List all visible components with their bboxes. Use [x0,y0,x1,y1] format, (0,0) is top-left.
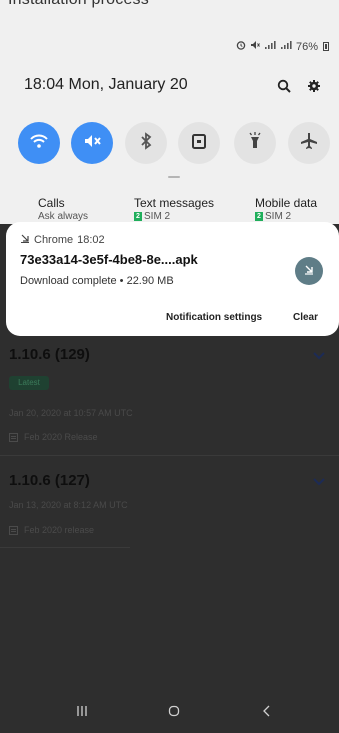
bluetooth-tile[interactable] [125,122,167,164]
airplane-tile[interactable] [288,122,330,164]
gear-icon[interactable] [304,76,324,96]
signal-icon [264,40,276,53]
recents-icon [76,704,88,722]
sim-badge: 2 [134,212,142,221]
latest-badge: Latest [9,376,49,390]
release-date-2: Jan 13, 2020 at 8:12 AM UTC [9,500,128,510]
battery-percent: 76% [295,40,318,53]
home-icon [168,704,180,722]
divider [0,455,339,456]
release-title: 1.10.6 (129) [9,346,90,363]
sim-text[interactable]: Text messages 2 SIM 2 [134,196,214,222]
download-icon [20,233,30,246]
sim-badge-2: 2 [255,212,263,221]
battery-icon [323,42,329,51]
release-note-2: Feb 2020 release [9,525,94,535]
notes-icon-2 [9,525,18,535]
release-note: Feb 2020 Release [9,432,98,442]
download-notification[interactable]: Chrome 18:02 73e33a14-3e5f-4be8-8e....ap… [6,222,339,336]
chevron-down-icon-2[interactable] [313,478,325,486]
recents-button[interactable] [67,702,97,724]
home-button[interactable] [159,702,189,724]
back-icon [261,704,273,722]
notification-time: 18:02 [77,233,105,246]
divider-2 [0,547,130,548]
flashlight-icon [244,130,266,157]
wifi-tile[interactable] [18,122,60,164]
sim-calls-value: Ask always [38,211,89,222]
airplane-icon [298,130,320,157]
alarm-icon [236,40,246,53]
back-button[interactable] [252,702,282,724]
mute-tile[interactable] [71,122,113,164]
quick-panel: 76% 18:04 Mon, January 20 Calls Ask alwa… [0,14,339,224]
mute-icon [81,130,103,157]
download-complete-icon [303,262,315,280]
cut-status-text: Installation process [0,0,339,14]
mute-status-icon [250,40,260,53]
background-releases: 1.10.6 (129) Latest Jan 20, 2020 at 10:5… [0,336,339,692]
notification-expand-button[interactable] [295,257,323,285]
notification-app: Chrome [34,233,74,246]
clear-button[interactable]: Clear [293,312,318,323]
navigation-bar [0,692,339,733]
search-icon[interactable] [274,76,294,96]
notification-header: Chrome 18:02 [20,233,105,246]
release-date: Jan 20, 2020 at 10:57 AM UTC [9,408,133,418]
status-icons: 76% [236,40,329,53]
release-title-2: 1.10.6 (127) [9,472,90,489]
wifi-icon [28,130,50,157]
notification-title: 73e33a14-3e5f-4be8-8e....apk [20,252,198,267]
sim-data[interactable]: Mobile data 2 SIM 2 [255,196,317,222]
sim-calls[interactable]: Calls Ask always [38,196,88,222]
clock-date: 18:04 Mon, January 20 [24,76,188,93]
flashlight-tile[interactable] [234,122,276,164]
notification-subtitle: Download complete • 22.90 MB [20,275,174,287]
notification-actions: Notification settings Clear [6,312,339,328]
signal-icon-2 [280,40,292,53]
lock-tile[interactable] [178,122,220,164]
clock-row: 18:04 Mon, January 20 [24,76,324,94]
bluetooth-icon [135,130,157,157]
notes-icon [9,432,18,442]
panel-handle[interactable] [168,176,180,178]
lock-icon [188,130,210,157]
quick-tiles [18,122,338,166]
notification-settings-button[interactable]: Notification settings [166,312,262,323]
chevron-down-icon[interactable] [313,352,325,360]
